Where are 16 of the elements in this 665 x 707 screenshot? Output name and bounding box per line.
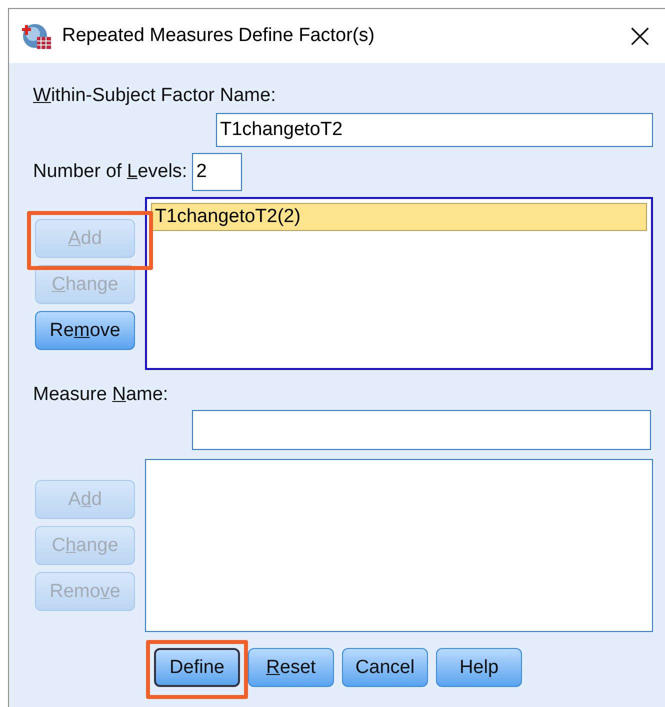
dialog-button[interactable]: Help	[436, 648, 522, 687]
close-button[interactable]: ×	[618, 14, 662, 58]
list-item[interactable]: T1changetoT2(2)	[150, 203, 647, 231]
field-label: Measure Name:	[33, 384, 168, 406]
dialog-button[interactable]: Define	[154, 648, 240, 687]
dialog-button[interactable]: Cancel	[342, 648, 428, 687]
dialog-button[interactable]: Reset	[248, 648, 334, 687]
factor-list[interactable]: T1changetoT2(2)	[144, 197, 653, 370]
levels-field[interactable]: 2	[192, 153, 242, 191]
factor-name-field[interactable]: T1changetoT2	[216, 113, 653, 147]
field-label: Within-Subject Factor Name:	[33, 85, 277, 107]
field-label: Number of Levels:	[33, 161, 188, 183]
app-icon	[22, 22, 52, 50]
action-button[interactable]: Remove	[35, 311, 135, 350]
window-title: Repeated Measures Define Factor(s)	[62, 25, 376, 47]
measure-name-field[interactable]	[192, 410, 651, 450]
